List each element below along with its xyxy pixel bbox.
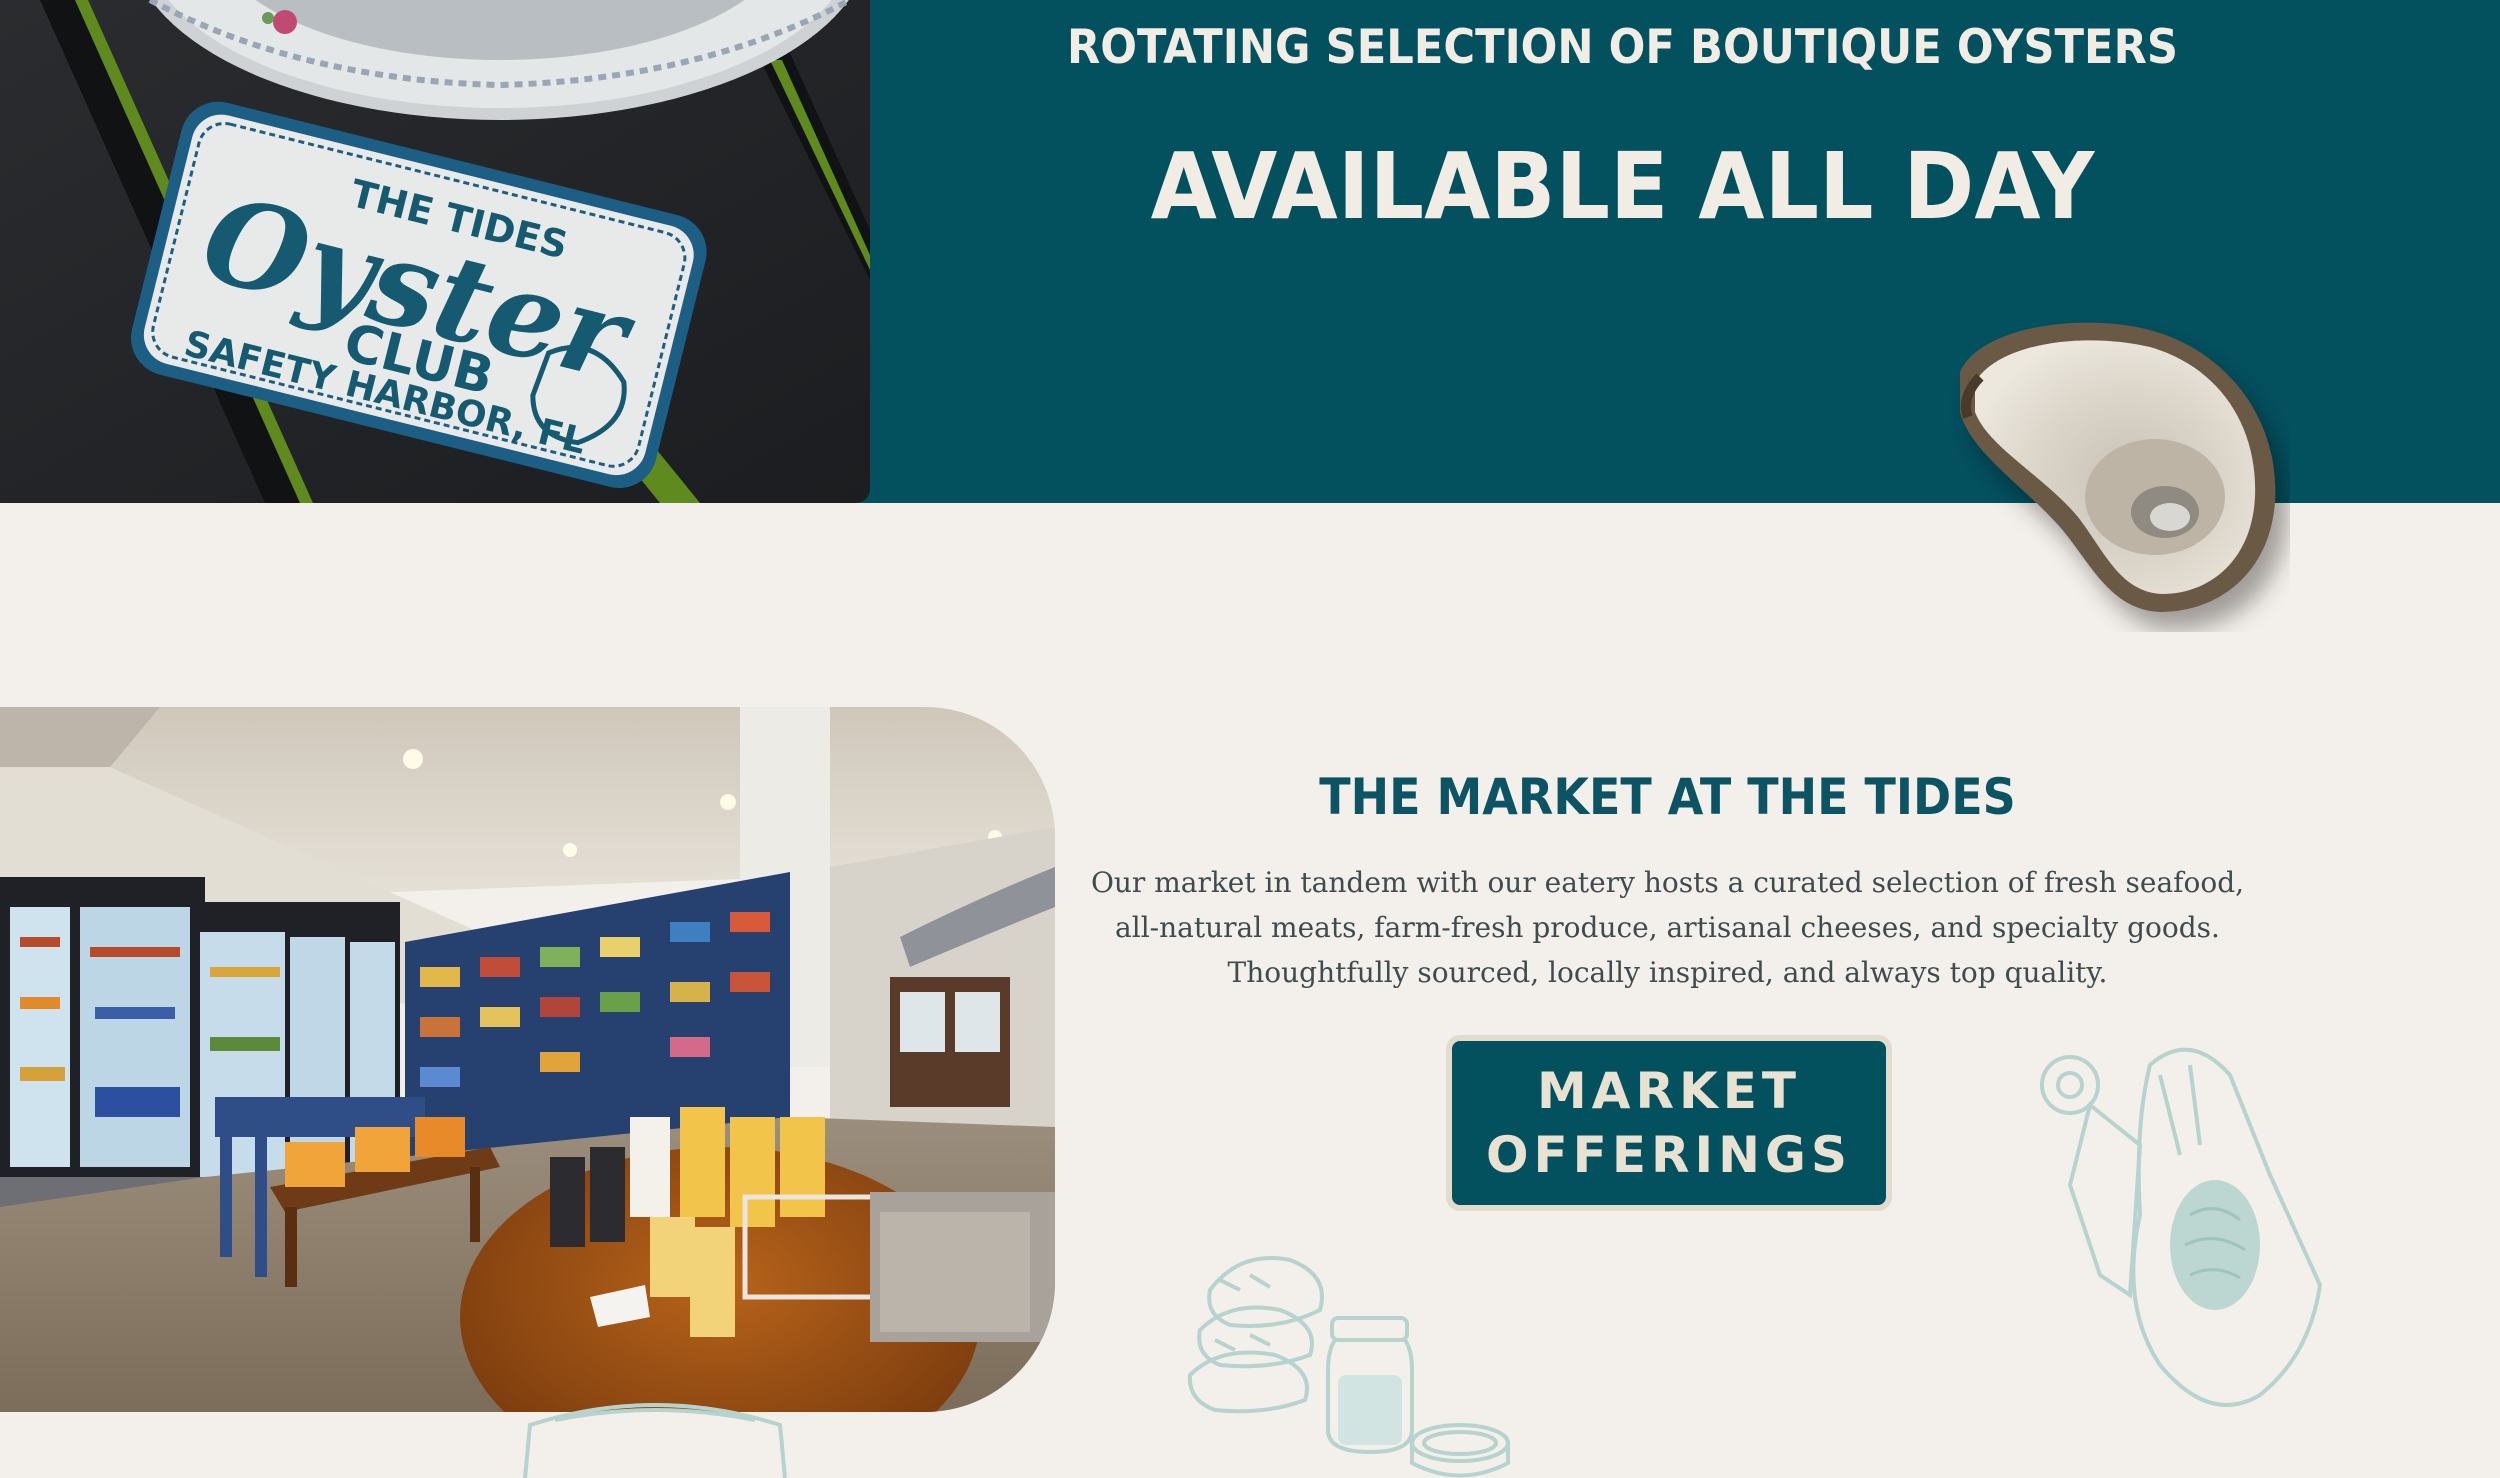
market-description: Our market in tandem with our eatery hos…: [1090, 866, 2245, 989]
bowl-sketch-icon: [1410, 1423, 1510, 1478]
market-title: THE MARKET AT THE TIDES: [1319, 768, 2016, 826]
oyster-shell-icon: [1960, 322, 2276, 612]
basket-sketch-icon: [523, 1403, 787, 1478]
cutting-board-sketch-icon: [2040, 1047, 2323, 1407]
market-interior-photo: [0, 707, 1055, 1412]
banner-title: AVAILABLE ALL DAY: [1150, 133, 2095, 240]
market-offerings-button[interactable]: MARKET OFFERINGS: [1446, 1035, 1892, 1211]
banner-subtitle: ROTATING SELECTION OF BOUTIQUE OYSTERS: [1066, 20, 2179, 75]
market-offerings-label-line2: OFFERINGS: [1486, 1126, 1852, 1184]
market-offerings-label: MARKET OFFERINGS: [1486, 1059, 1852, 1187]
oyster-club-patch-photo: THE TIDES Oyster CLUB SAFETY HARBOR, FL: [0, 0, 870, 503]
market-offerings-label-line1: MARKET: [1537, 1062, 1801, 1120]
page: THE TIDES Oyster CLUB SAFETY HARBOR, FL …: [0, 0, 2500, 1478]
